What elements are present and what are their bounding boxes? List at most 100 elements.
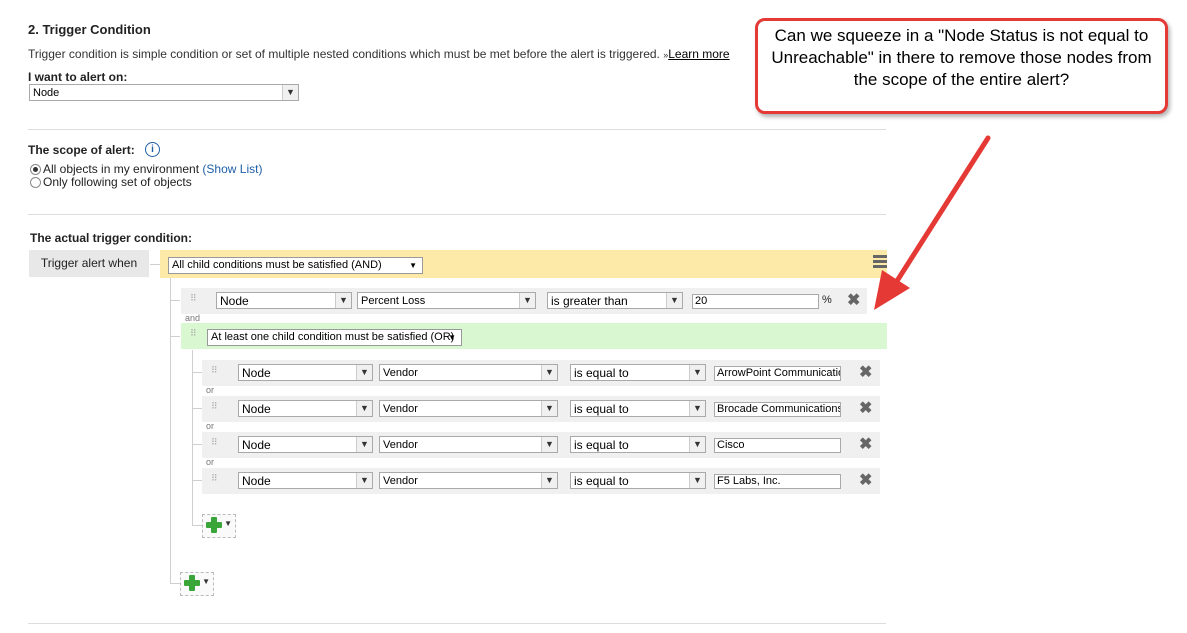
condition-object-select[interactable]: Node ▼ [238, 400, 373, 417]
condition-operator-value: is equal to [574, 474, 629, 488]
drag-handle-icon[interactable]: ⠿ [211, 438, 218, 450]
condition-operator-select[interactable]: is greater than ▼ [547, 292, 683, 309]
chevron-down-icon: ▼ [666, 293, 682, 308]
chevron-down-icon: ▼ [689, 401, 705, 416]
condition-value-input[interactable]: ArrowPoint Communicatio [714, 366, 841, 381]
condition-field-select[interactable]: Vendor ▼ [379, 472, 558, 489]
alert-on-select[interactable]: Node ▼ [29, 84, 299, 101]
tree-connector [170, 583, 180, 584]
condition-unit: % [822, 294, 832, 306]
condition-operator-select[interactable]: is equal to ▼ [570, 364, 706, 381]
trigger-label: The actual trigger condition: [30, 231, 193, 245]
join-and-label: and [185, 313, 201, 323]
scope-all-radio[interactable] [30, 164, 41, 175]
annotation-callout: Can we squeeze in a "Node Status is not … [755, 18, 1168, 114]
scope-all-option: All objects in my environment (Show List… [43, 162, 262, 176]
description-text: Trigger condition is simple condition or… [28, 47, 660, 61]
section-title: 2. Trigger Condition [28, 22, 151, 37]
condition-object-value: Node [242, 366, 271, 380]
close-icon[interactable]: ✖ [859, 362, 872, 382]
condition-field-value: Vendor [383, 367, 418, 379]
chevron-down-icon: ▼ [448, 333, 456, 342]
chevron-down-icon: ▼ [356, 365, 372, 380]
tree-connector [192, 408, 202, 409]
info-icon[interactable]: i [145, 142, 160, 157]
tree-connector [170, 278, 171, 583]
divider [28, 214, 886, 215]
chevron-down-icon: ▼ [282, 85, 298, 100]
condition-object-select[interactable]: Node ▼ [216, 292, 352, 309]
condition-object-select[interactable]: Node ▼ [238, 472, 373, 489]
drag-handle-icon[interactable]: ⠿ [211, 402, 218, 414]
condition-operator-value: is equal to [574, 438, 629, 452]
alert-on-label: I want to alert on: [28, 70, 128, 84]
scope-all-label: All objects in my environment [43, 162, 200, 176]
chevron-down-icon: ▼ [224, 519, 232, 528]
condition-value-input[interactable]: Cisco [714, 438, 841, 453]
root-operator-select[interactable]: All child conditions must be satisfied (… [168, 257, 423, 274]
drag-handle-icon[interactable]: ⠿ [211, 366, 218, 378]
condition-value-input[interactable]: Brocade Communications [714, 402, 841, 417]
annotation-text: Can we squeeze in a "Node Status is not … [771, 26, 1152, 89]
tree-connector [150, 264, 160, 265]
trigger-when-label: Trigger alert when [29, 250, 149, 277]
condition-field-select[interactable]: Vendor ▼ [379, 364, 558, 381]
chevron-down-icon: ▼ [356, 437, 372, 452]
condition-object-select[interactable]: Node ▼ [238, 364, 373, 381]
condition-operator-select[interactable]: is equal to ▼ [570, 472, 706, 489]
tree-connector [170, 336, 180, 337]
drag-handle-icon[interactable]: ⠿ [211, 474, 218, 486]
chevron-down-icon: ▼ [541, 473, 557, 488]
show-list-link[interactable]: (Show List) [202, 162, 262, 176]
condition-operator-value: is greater than [551, 294, 628, 308]
divider [28, 623, 886, 624]
root-operator-value: All child conditions must be satisfied (… [172, 259, 382, 271]
tree-connector [192, 525, 202, 526]
tree-connector [192, 372, 202, 373]
chevron-down-icon: ▼ [335, 293, 351, 308]
group-operator-value: At least one child condition must be sat… [211, 331, 455, 343]
condition-operator-select[interactable]: is equal to ▼ [570, 400, 706, 417]
chevron-down-icon: ▼ [689, 365, 705, 380]
condition-object-value: Node [242, 474, 271, 488]
join-or-label: or [206, 457, 215, 467]
condition-value-input[interactable]: F5 Labs, Inc. [714, 474, 841, 489]
tree-connector [192, 350, 193, 525]
divider [28, 129, 886, 130]
join-or-label: or [206, 385, 215, 395]
condition-value-input[interactable]: 20 [692, 294, 819, 309]
chevron-down-icon: ▼ [202, 577, 210, 586]
condition-object-select[interactable]: Node ▼ [238, 436, 373, 453]
add-icon [184, 575, 200, 591]
learn-more-link[interactable]: Learn more [668, 47, 729, 61]
condition-field-select[interactable]: Vendor ▼ [379, 436, 558, 453]
close-icon[interactable]: ✖ [859, 470, 872, 490]
condition-operator-value: is equal to [574, 402, 629, 416]
annotation-arrow [874, 135, 991, 310]
chevron-down-icon: ▼ [541, 365, 557, 380]
condition-field-select[interactable]: Vendor ▼ [379, 400, 558, 417]
chevron-down-icon: ▼ [409, 261, 417, 270]
condition-object-value: Node [220, 294, 249, 308]
scope-following-radio[interactable] [30, 177, 41, 188]
condition-operator-value: is equal to [574, 366, 629, 380]
chevron-down-icon: ▼ [356, 401, 372, 416]
close-icon[interactable]: ✖ [859, 398, 872, 418]
tree-connector [170, 300, 180, 301]
add-condition-button[interactable]: ▼ [180, 572, 214, 596]
close-icon[interactable]: ✖ [847, 290, 860, 310]
drag-handle-icon[interactable]: ⠿ [190, 294, 197, 306]
drag-handle-icon[interactable]: ⠿ [190, 329, 197, 341]
join-or-label: or [206, 421, 215, 431]
alert-on-value: Node [33, 87, 60, 99]
add-condition-button[interactable]: ▼ [202, 514, 236, 538]
condition-object-value: Node [242, 438, 271, 452]
close-icon[interactable]: ✖ [859, 434, 872, 454]
condition-field-select[interactable]: Percent Loss ▼ [357, 292, 536, 309]
add-icon [206, 517, 222, 533]
condition-operator-select[interactable]: is equal to ▼ [570, 436, 706, 453]
condition-field-value: Vendor [383, 475, 418, 487]
group-operator-select[interactable]: At least one child condition must be sat… [207, 329, 462, 346]
condition-object-value: Node [242, 402, 271, 416]
chevron-down-icon: ▼ [541, 401, 557, 416]
